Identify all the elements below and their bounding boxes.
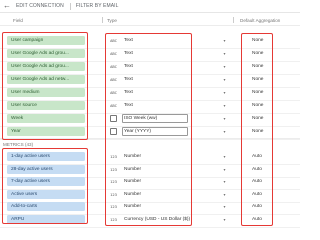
chevron-down-icon[interactable]: ▾	[222, 77, 227, 82]
chevron-down-icon[interactable]: ▾	[222, 90, 227, 95]
highlight-box-dimension-fields	[2, 32, 88, 140]
chevron-down-icon[interactable]: ▾	[222, 204, 227, 209]
chevron-down-icon[interactable]: ▾	[222, 192, 227, 197]
chevron-down-icon[interactable]: ▾	[222, 116, 227, 121]
highlight-box-type-column	[105, 33, 192, 226]
chevron-down-icon[interactable]: ▾	[222, 179, 227, 184]
chevron-down-icon[interactable]: ▾	[222, 64, 227, 69]
type-column-header: Type	[107, 18, 117, 23]
field-column-header: Field	[13, 18, 23, 23]
back-arrow-icon[interactable]: ←	[3, 2, 11, 10]
column-divider	[233, 17, 234, 23]
highlight-box-metric-fields	[2, 148, 88, 224]
chevron-down-icon[interactable]: ▾	[222, 167, 227, 172]
highlight-box-aggregation-column	[241, 33, 273, 226]
edit-connection-button[interactable]: EDIT CONNECTION	[16, 3, 64, 9]
chevron-down-icon[interactable]: ▾	[222, 217, 227, 222]
chevron-down-icon[interactable]: ▾	[222, 51, 227, 56]
chevron-down-icon[interactable]: ▾	[222, 103, 227, 108]
topbar-divider	[69, 2, 71, 10]
chevron-down-icon[interactable]: ▾	[222, 129, 227, 134]
chevron-down-icon[interactable]: ▾	[222, 38, 227, 43]
top-bar: ← EDIT CONNECTION FILTER BY EMAIL	[0, 0, 300, 13]
filter-by-email-button[interactable]: FILTER BY EMAIL	[76, 3, 119, 9]
column-divider	[102, 17, 103, 23]
metrics-section-label: METRICS (43)	[3, 142, 34, 147]
row-divider	[0, 227, 300, 228]
aggregation-column-header: Default Aggregation	[240, 18, 281, 23]
chevron-down-icon[interactable]: ▾	[222, 154, 227, 159]
header-divider	[0, 25, 300, 26]
